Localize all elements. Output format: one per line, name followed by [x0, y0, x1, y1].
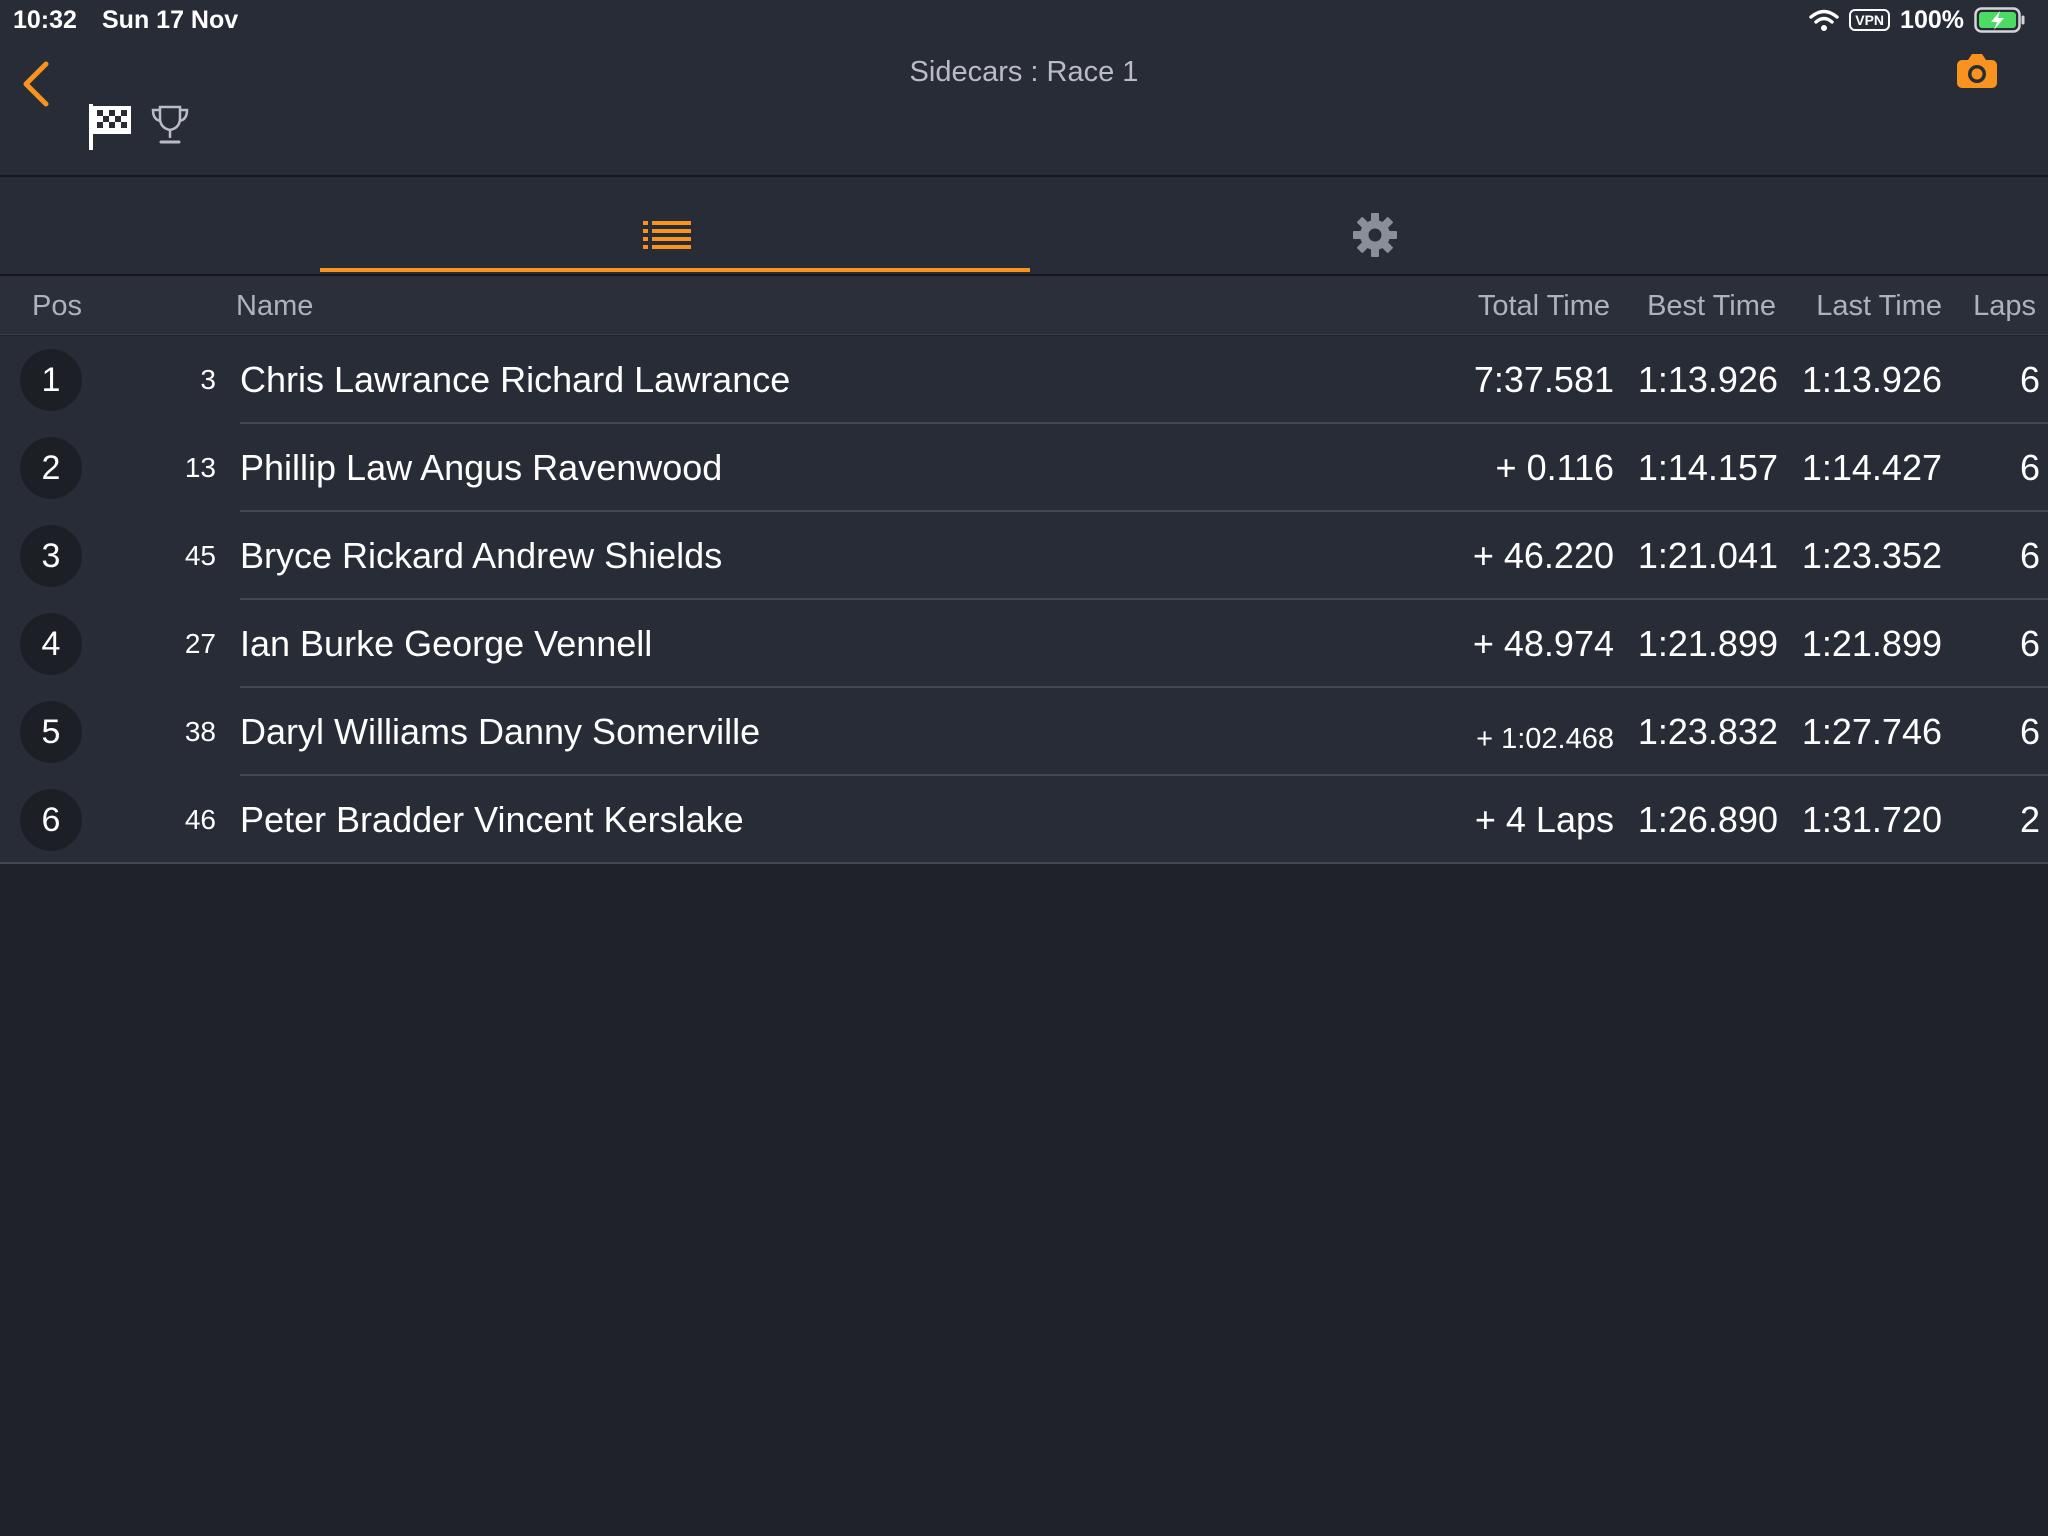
competitor-number: 3: [200, 364, 216, 395]
best-time: 1:26.890: [1637, 799, 1778, 840]
total-time: + 4 Laps: [1474, 799, 1614, 840]
best-time: 1:14.157: [1637, 447, 1778, 488]
battery-percent: 100%: [1900, 5, 1964, 34]
best-time: 1:21.899: [1637, 623, 1778, 664]
table-row[interactable]: 3 45 Bryce Rickard Andrew Shields + 46.2…: [0, 512, 2048, 600]
laps: 6: [2019, 359, 2040, 400]
results-table: 1 3 Chris Lawrance Richard Lawrance 7:37…: [0, 336, 2048, 864]
competitor-number: 13: [184, 452, 216, 483]
competitor-name: Peter Bradder Vincent Kerslake: [240, 799, 744, 840]
laps: 6: [2019, 711, 2040, 752]
table-row[interactable]: 5 38 Daryl Williams Danny Somerville + 1…: [0, 688, 2048, 776]
last-time: 1:14.427: [1801, 447, 1942, 488]
vpn-badge: VPN: [1849, 9, 1891, 31]
tab-results-list[interactable]: [320, 177, 1030, 274]
row-divider: [0, 862, 2048, 864]
camera-icon[interactable]: [1956, 52, 1998, 90]
competitor-number: 46: [184, 804, 216, 835]
battery-charging-icon: [1974, 7, 2025, 33]
table-row[interactable]: 6 46 Peter Bradder Vincent Kerslake + 4 …: [0, 776, 2048, 864]
column-header-total-time[interactable]: Total Time: [1478, 290, 1610, 322]
total-time: 7:37.581: [1473, 359, 1614, 400]
total-time: + 0.116: [1495, 447, 1614, 488]
table-row[interactable]: 4 27 Ian Burke George Vennell + 48.974 1…: [0, 600, 2048, 688]
competitor-number: 27: [184, 628, 216, 659]
top-bar: 10:32 Sun 17 Nov VPN 100% Sidecars: Rac…: [0, 0, 2048, 177]
position-badge: 2: [20, 437, 82, 499]
competitor-number: 45: [184, 540, 216, 571]
active-tab-indicator: [320, 268, 1030, 272]
table-row[interactable]: 1 3 Chris Lawrance Richard Lawrance 7:37…: [0, 336, 2048, 424]
position-badge: 3: [20, 525, 82, 587]
checkered-flag-icon[interactable]: [88, 102, 132, 150]
competitor-name: Daryl Williams Danny Somerville: [240, 711, 761, 752]
best-time: 1:21.041: [1637, 535, 1778, 576]
total-time: + 48.974: [1472, 623, 1614, 664]
column-header-pos[interactable]: Pos: [32, 290, 82, 322]
competitor-name: Chris Lawrance Richard Lawrance: [240, 359, 791, 400]
gear-icon: [1353, 213, 1397, 257]
table-row[interactable]: 2 13 Phillip Law Angus Ravenwood + 0.116…: [0, 424, 2048, 512]
column-header-last-time[interactable]: Last Time: [1816, 290, 1942, 322]
total-time: + 46.220: [1472, 535, 1614, 576]
status-date: Sun 17 Nov: [102, 6, 239, 34]
tab-bar: [0, 177, 2048, 276]
laps: 6: [2019, 623, 2040, 664]
column-header-laps[interactable]: Laps: [1973, 290, 2036, 322]
position-badge: 4: [20, 613, 82, 675]
laps: 2: [2019, 799, 2040, 840]
wifi-icon: [1809, 9, 1839, 31]
page-title: Sidecars : Race 1: [909, 56, 1139, 88]
last-time: 1:13.926: [1801, 359, 1942, 400]
column-header-name[interactable]: Name: [236, 290, 313, 322]
tab-settings[interactable]: [1030, 177, 1720, 274]
best-time: 1:13.926: [1637, 359, 1778, 400]
laps: 6: [2019, 535, 2040, 576]
competitor-name: Phillip Law Angus Ravenwood: [240, 447, 723, 488]
list-icon: [643, 221, 691, 249]
position-badge: 6: [20, 789, 82, 851]
total-time: + 1:02.468: [1476, 723, 1614, 755]
last-time: 1:27.746: [1801, 711, 1942, 752]
column-header-best-time[interactable]: Best Time: [1647, 290, 1776, 322]
laps: 6: [2019, 447, 2040, 488]
last-time: 1:31.720: [1801, 799, 1942, 840]
competitor-name: Ian Burke George Vennell: [240, 623, 653, 664]
last-time: 1:23.352: [1801, 535, 1942, 576]
competitor-name: Bryce Rickard Andrew Shields: [240, 535, 723, 576]
best-time: 1:23.832: [1637, 711, 1778, 752]
table-header: Pos Name Total Time Best Time Last Time …: [0, 276, 2048, 335]
trophy-icon[interactable]: [150, 104, 190, 146]
competitor-number: 38: [184, 716, 216, 747]
status-right: VPN 100%: [1809, 4, 2026, 36]
position-badge: 5: [20, 701, 82, 763]
last-time: 1:21.899: [1801, 623, 1942, 664]
status-time: 10:32: [13, 6, 77, 34]
position-badge: 1: [20, 349, 82, 411]
